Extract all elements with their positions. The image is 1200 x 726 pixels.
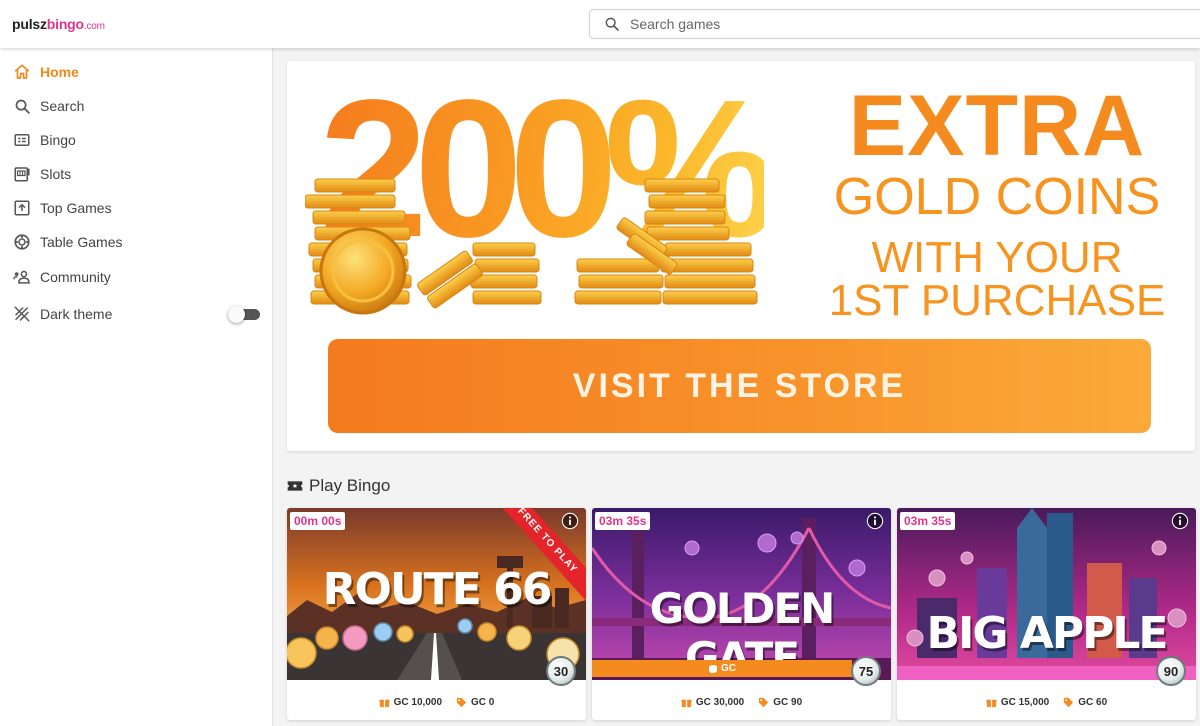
- site-logo[interactable]: pulszbingo.com: [12, 16, 105, 32]
- prize-value: GC 90: [758, 697, 802, 708]
- card-footer: GC 15,000 GC 60: [897, 684, 1196, 720]
- top-bar: pulszbingo.com: [0, 0, 1200, 48]
- gold-coins-illustration: [305, 178, 758, 315]
- gift-icon: [379, 699, 390, 707]
- info-icon[interactable]: [1171, 512, 1189, 530]
- countdown-timer: 03m 35s: [595, 512, 651, 530]
- promo-line-4: 1ST PURCHASE: [828, 276, 1166, 325]
- game-thumbnail: GOLDEN GATE GC: [592, 508, 891, 680]
- sidebar-item-search[interactable]: Search: [12, 93, 262, 119]
- dark-theme-toggle[interactable]: [228, 306, 260, 323]
- logo-text-bingo: bingo: [46, 16, 84, 32]
- countdown-timer: 00m 00s: [290, 512, 346, 530]
- promo-subheadline: GOLD COINS: [833, 168, 1161, 226]
- section-title: Play Bingo: [309, 476, 391, 495]
- search-icon: [605, 17, 619, 31]
- promo-banner[interactable]: 200% EXTRA GOLD COINS WITH YOUR 1ST PURC…: [287, 61, 1195, 451]
- ticket-price: GC 10,000: [379, 697, 442, 708]
- countdown-timer: 03m 35s: [900, 512, 956, 530]
- sidebar-item-label: Slots: [40, 166, 72, 182]
- dark-theme-icon: [12, 304, 32, 324]
- sidebar-item-community[interactable]: Community: [12, 264, 262, 290]
- sidebar-item-label: Community: [40, 269, 111, 285]
- info-icon[interactable]: [561, 512, 579, 530]
- slot-machine-icon: [12, 164, 32, 184]
- sidebar-item-label: Home: [40, 64, 79, 80]
- ticket-price: GC 30,000: [681, 697, 744, 708]
- game-thumbnail: ROUTE 66 FREE TO PLAY: [287, 508, 586, 680]
- sidebar-item-top-games[interactable]: Top Games: [12, 195, 262, 221]
- bingo-card-icon: [12, 130, 32, 150]
- gc-currency-bar: GC: [592, 660, 852, 677]
- prize-value: GC 0: [456, 697, 494, 708]
- card-footer: GC 30,000 GC 90: [592, 684, 891, 720]
- info-icon[interactable]: [866, 512, 884, 530]
- game-thumbnail: BIG APPLE: [897, 508, 1196, 680]
- section-header-play-bingo: Play Bingo: [287, 476, 390, 496]
- game-card-big-apple[interactable]: BIG APPLE 03m 35s 90 GC 15,000 GC 60: [897, 508, 1196, 720]
- promo-line-3: WITH YOUR: [871, 233, 1123, 282]
- game-title: BIG APPLE: [926, 608, 1169, 659]
- tag-icon: [456, 697, 467, 707]
- sidebar-item-label: Top Games: [40, 200, 112, 216]
- logo-text-pulsz: pulsz: [12, 16, 47, 32]
- visit-store-button[interactable]: VISIT THE STORE: [328, 339, 1151, 433]
- game-card-golden-gate[interactable]: GOLDEN GATE GC 03m 35s 75 GC 30,000 GC 9…: [592, 508, 891, 720]
- ticket-price: GC 15,000: [986, 697, 1049, 708]
- gift-icon: [986, 699, 997, 707]
- card-footer: GC 10,000 GC 0: [287, 684, 586, 720]
- sidebar-item-label: Table Games: [40, 234, 123, 250]
- search-input[interactable]: [630, 16, 1130, 32]
- promo-headline: EXTRA: [848, 78, 1146, 174]
- sidebar-item-slots[interactable]: Slots: [12, 161, 262, 187]
- game-title: ROUTE 66: [322, 564, 553, 615]
- sidebar: Home Search Bingo Slots Top Games Table …: [0, 48, 273, 726]
- tag-icon: [759, 697, 769, 707]
- sidebar-item-label: Dark theme: [40, 306, 113, 322]
- sidebar-item-table-games[interactable]: Table Games: [12, 229, 262, 255]
- sidebar-item-dark-theme[interactable]: Dark theme: [12, 301, 212, 327]
- logo-text-dotcom: .com: [83, 21, 105, 32]
- sidebar-item-label: Bingo: [40, 132, 76, 148]
- player-count-ball: 30: [546, 656, 576, 686]
- coin-stack-icon: [709, 664, 717, 673]
- gift-icon: [681, 699, 692, 707]
- player-count-ball: 75: [851, 656, 881, 686]
- sidebar-item-label: Search: [40, 98, 85, 114]
- game-card-route-66[interactable]: ROUTE 66 FREE TO PLAY 00m 00s 30 GC 10,0…: [287, 508, 586, 720]
- sidebar-item-bingo[interactable]: Bingo: [12, 127, 262, 153]
- sidebar-item-home[interactable]: Home: [12, 59, 262, 85]
- search-box[interactable]: [589, 9, 1200, 39]
- ticket-icon: [287, 481, 303, 491]
- prize-value: GC 60: [1063, 697, 1107, 708]
- home-icon: [12, 62, 32, 82]
- search-icon: [12, 96, 32, 116]
- poker-chip-icon: [12, 232, 32, 252]
- community-icon: [12, 267, 32, 287]
- tag-icon: [1064, 697, 1074, 707]
- player-count-ball: 90: [1156, 656, 1186, 686]
- toggle-knob: [228, 306, 245, 323]
- top-games-icon: [12, 198, 32, 218]
